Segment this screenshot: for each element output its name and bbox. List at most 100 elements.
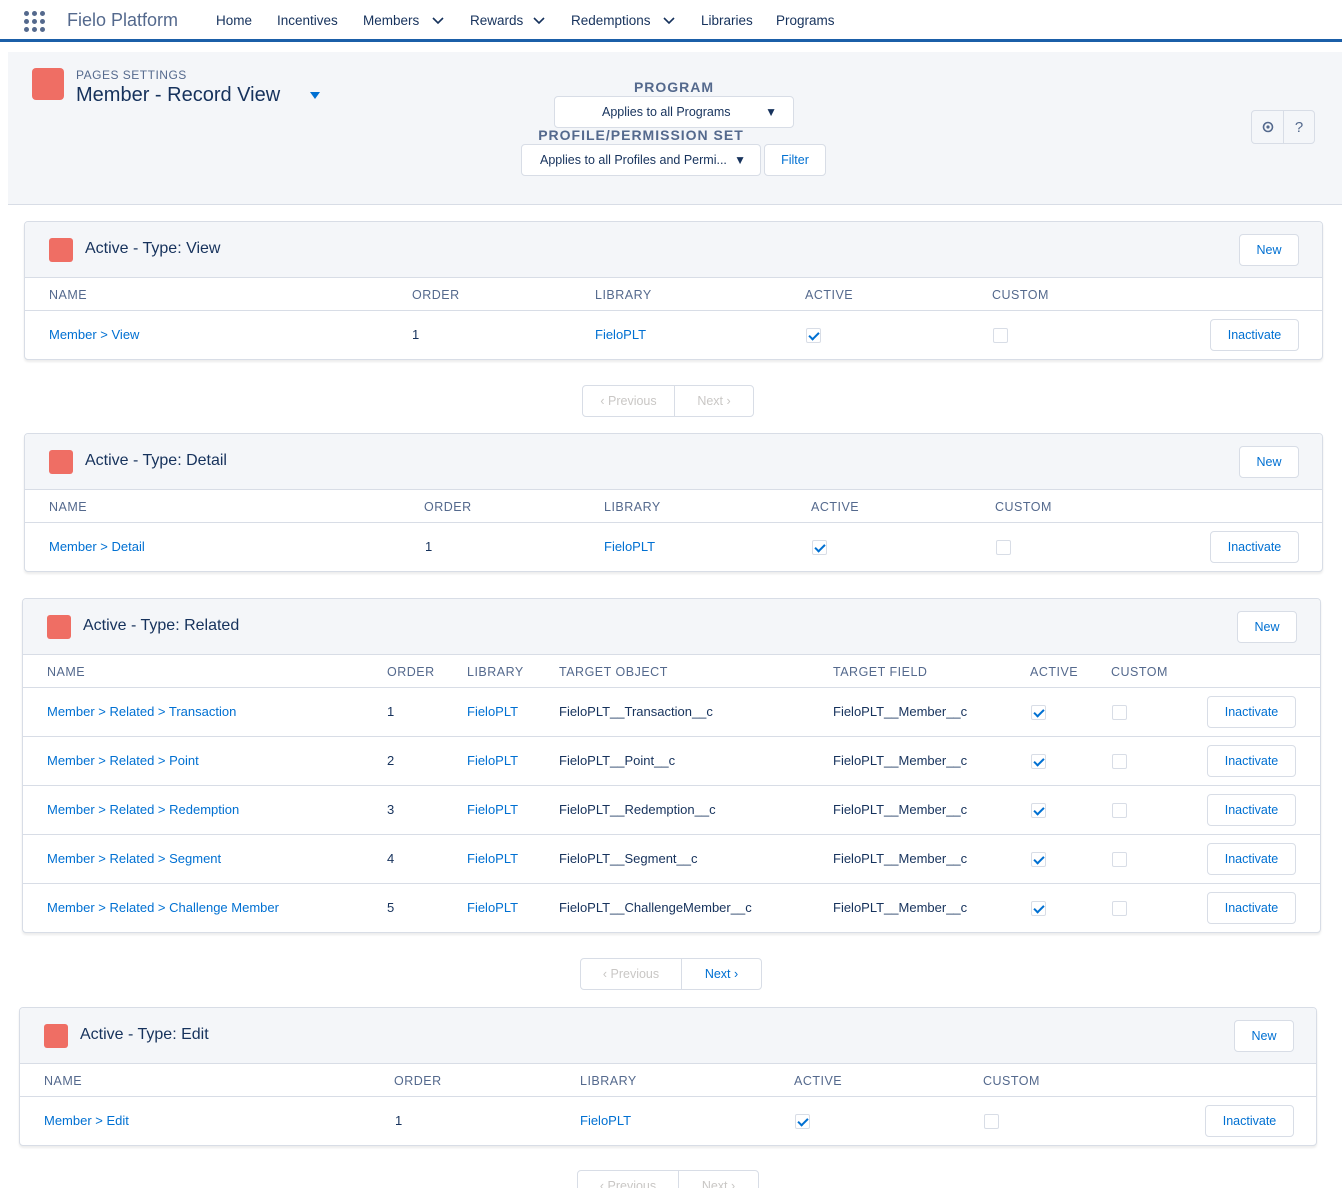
nav-item-members[interactable]: Members bbox=[363, 13, 419, 28]
col-library[interactable]: LIBRARY bbox=[595, 288, 652, 302]
col-target-field[interactable]: TARGET FIELD bbox=[833, 665, 927, 679]
next-button[interactable]: Next › bbox=[674, 386, 753, 416]
row-target-field: FieloPLT__Member__c bbox=[833, 704, 968, 719]
inactivate-button[interactable]: Inactivate bbox=[1210, 531, 1299, 563]
row-name-link[interactable]: Member > Related > Transaction bbox=[47, 704, 236, 719]
row-name-link[interactable]: Member > Related > Segment bbox=[47, 851, 221, 866]
nav-item-programs[interactable]: Programs bbox=[776, 13, 835, 28]
row-library-link[interactable]: FieloPLT bbox=[595, 327, 646, 342]
next-label: Next bbox=[697, 394, 724, 408]
col-custom[interactable]: CUSTOM bbox=[1111, 665, 1168, 679]
next-label: Next bbox=[704, 967, 731, 981]
chevron-down-icon[interactable] bbox=[532, 14, 546, 28]
previous-button[interactable]: ‹ Previous bbox=[583, 386, 674, 416]
inactivate-button[interactable]: Inactivate bbox=[1207, 843, 1296, 875]
chevron-down-icon[interactable] bbox=[431, 14, 445, 28]
col-active[interactable]: ACTIVE bbox=[1030, 665, 1078, 679]
row-library-link[interactable]: FieloPLT bbox=[467, 802, 518, 817]
col-name[interactable]: NAME bbox=[44, 1074, 82, 1088]
row-library-link[interactable]: FieloPLT bbox=[467, 900, 518, 915]
col-name[interactable]: NAME bbox=[49, 500, 87, 514]
row-target-object: FieloPLT__Point__c bbox=[559, 753, 676, 768]
nav-item-incentives[interactable]: Incentives bbox=[277, 13, 338, 28]
row-order: 5 bbox=[387, 900, 395, 915]
row-name-link[interactable]: Member > View bbox=[49, 327, 139, 342]
row-library-link[interactable]: FieloPLT bbox=[467, 753, 518, 768]
next-button[interactable]: Next › bbox=[678, 1171, 758, 1188]
section-title: Active - Type: Detail bbox=[85, 452, 227, 469]
chevron-down-icon[interactable] bbox=[662, 14, 676, 28]
col-active[interactable]: ACTIVE bbox=[811, 500, 859, 514]
col-custom[interactable]: CUSTOM bbox=[983, 1074, 1040, 1088]
inactivate-button[interactable]: Inactivate bbox=[1207, 794, 1296, 826]
col-name[interactable]: NAME bbox=[49, 288, 87, 302]
table-row: Member > Related > Segment 4 FieloPLT Fi… bbox=[23, 835, 1320, 884]
row-library-link[interactable]: FieloPLT bbox=[467, 704, 518, 719]
previous-button[interactable]: ‹ Previous bbox=[578, 1171, 678, 1188]
previous-label: Previous bbox=[610, 967, 660, 981]
custom-checkbox bbox=[1112, 754, 1127, 769]
new-button[interactable]: New bbox=[1239, 234, 1299, 266]
new-button[interactable]: New bbox=[1237, 611, 1297, 643]
row-order: 3 bbox=[387, 802, 395, 817]
col-active[interactable]: ACTIVE bbox=[805, 288, 853, 302]
help-button[interactable]: ? bbox=[1283, 111, 1314, 143]
col-order[interactable]: ORDER bbox=[424, 500, 472, 514]
col-active[interactable]: ACTIVE bbox=[794, 1074, 842, 1088]
section-header: Active - Type: Related New bbox=[23, 599, 1320, 655]
new-button[interactable]: New bbox=[1234, 1020, 1294, 1052]
caret-down-icon[interactable] bbox=[310, 92, 320, 99]
col-order[interactable]: ORDER bbox=[387, 665, 435, 679]
inactivate-button[interactable]: Inactivate bbox=[1207, 696, 1296, 728]
col-custom[interactable]: CUSTOM bbox=[992, 288, 1049, 302]
inactivate-button[interactable]: Inactivate bbox=[1205, 1105, 1294, 1137]
col-target-object[interactable]: TARGET OBJECT bbox=[559, 665, 668, 679]
chevron-right-icon: › bbox=[730, 967, 739, 981]
nav-item-libraries[interactable]: Libraries bbox=[701, 13, 753, 28]
settings-icon-button[interactable] bbox=[1252, 111, 1283, 143]
app-name: Fielo Platform bbox=[67, 10, 179, 30]
col-order[interactable]: ORDER bbox=[412, 288, 460, 302]
row-name-link[interactable]: Member > Detail bbox=[49, 539, 145, 554]
row-library-link[interactable]: FieloPLT bbox=[467, 851, 518, 866]
custom-checkbox bbox=[1112, 803, 1127, 818]
nav-item-rewards[interactable]: Rewards bbox=[470, 13, 523, 28]
col-custom[interactable]: CUSTOM bbox=[995, 500, 1052, 514]
inactivate-button[interactable]: Inactivate bbox=[1207, 745, 1296, 777]
next-label: Next bbox=[701, 1179, 728, 1188]
nav-item-redemptions[interactable]: Redemptions bbox=[571, 13, 651, 28]
row-target-object: FieloPLT__Segment__c bbox=[559, 851, 698, 866]
previous-button[interactable]: ‹ Previous bbox=[581, 959, 681, 989]
row-target-field: FieloPLT__Member__c bbox=[833, 851, 968, 866]
active-checkbox bbox=[1031, 901, 1046, 916]
row-name-link[interactable]: Member > Related > Point bbox=[47, 753, 199, 768]
row-library-link[interactable]: FieloPLT bbox=[580, 1113, 631, 1128]
col-library[interactable]: LIBRARY bbox=[580, 1074, 637, 1088]
new-button[interactable]: New bbox=[1239, 446, 1299, 478]
app-launcher-icon[interactable] bbox=[24, 11, 45, 32]
row-name-link[interactable]: Member > Related > Challenge Member bbox=[47, 900, 279, 915]
active-checkbox bbox=[1031, 803, 1046, 818]
page-eyebrow: PAGES SETTINGS bbox=[76, 68, 187, 82]
section-view: Active - Type: View New NAME ORDER LIBRA… bbox=[24, 221, 1323, 360]
next-button[interactable]: Next › bbox=[681, 959, 761, 989]
custom-checkbox bbox=[996, 540, 1011, 555]
profile-select[interactable]: Applies to all Profiles and Permi... ▼ bbox=[521, 144, 761, 176]
row-name-link[interactable]: Member > Related > Redemption bbox=[47, 802, 239, 817]
col-name[interactable]: NAME bbox=[47, 665, 85, 679]
filter-button[interactable]: Filter bbox=[764, 144, 826, 176]
chevron-left-icon: ‹ bbox=[600, 394, 608, 408]
active-checkbox bbox=[1031, 705, 1046, 720]
row-target-field: FieloPLT__Member__c bbox=[833, 753, 968, 768]
program-select[interactable]: Applies to all Programs ▼ bbox=[554, 96, 794, 128]
col-library[interactable]: LIBRARY bbox=[604, 500, 661, 514]
page-title: Member - Record View bbox=[76, 84, 281, 106]
inactivate-button[interactable]: Inactivate bbox=[1210, 319, 1299, 351]
row-name-link[interactable]: Member > Edit bbox=[44, 1113, 129, 1128]
col-order[interactable]: ORDER bbox=[394, 1074, 442, 1088]
col-library[interactable]: LIBRARY bbox=[467, 665, 524, 679]
nav-item-home[interactable]: Home bbox=[216, 13, 252, 28]
inactivate-button[interactable]: Inactivate bbox=[1207, 892, 1296, 924]
active-checkbox bbox=[1031, 852, 1046, 867]
row-library-link[interactable]: FieloPLT bbox=[604, 539, 655, 554]
